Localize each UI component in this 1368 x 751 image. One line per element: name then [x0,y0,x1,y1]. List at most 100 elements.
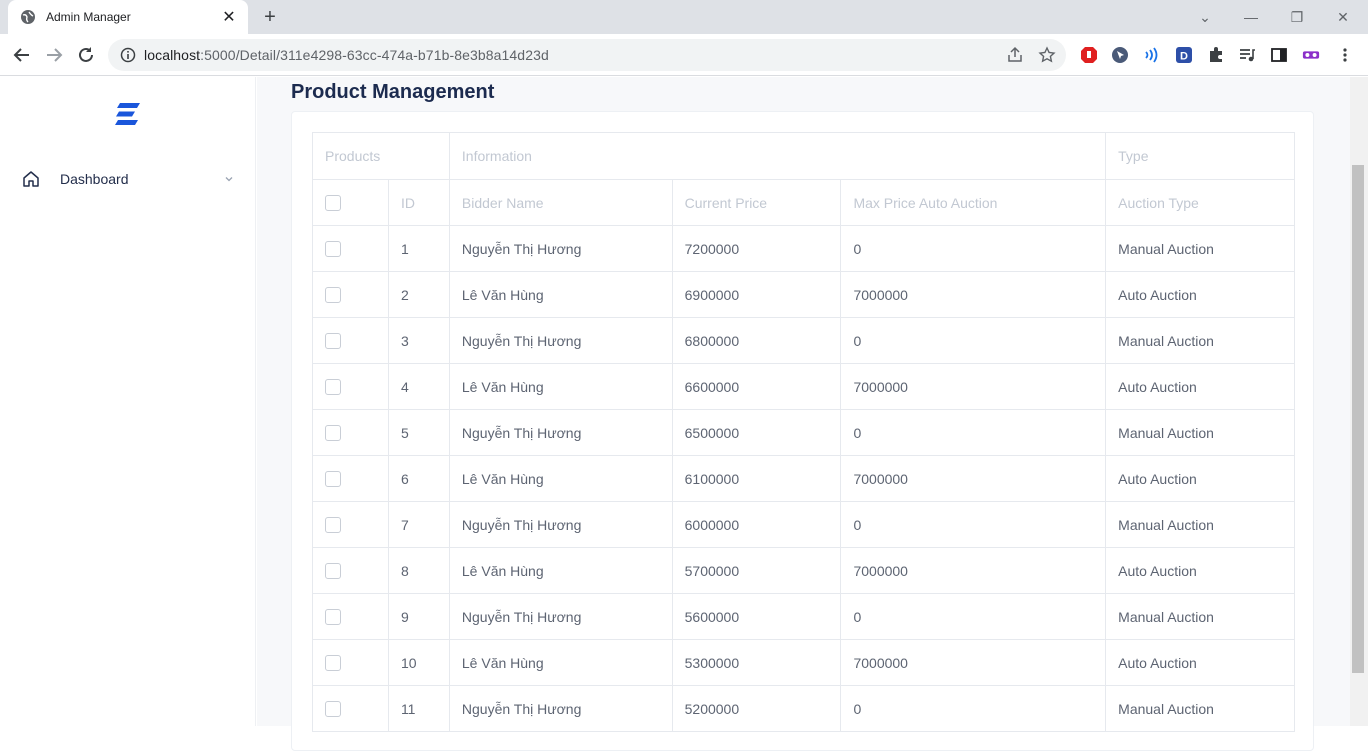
cell-id: 10 [387,639,450,686]
cell-id: 1 [387,225,450,272]
cursor-extension-icon[interactable] [1111,46,1129,64]
cell-bidder-name: Lê Văn Hùng [448,639,673,686]
minimize-icon[interactable]: — [1228,0,1274,34]
row-select-cell [312,593,389,640]
tab-search-icon[interactable]: ⌄ [1182,0,1228,34]
bookmark-star-icon[interactable] [1038,46,1056,64]
cell-current-price: 7200000 [671,225,842,272]
cell-current-price: 6800000 [671,317,842,364]
cell-bidder-name: Lê Văn Hùng [448,271,673,318]
cell-max-price: 7000000 [840,639,1107,686]
cell-bidder-name: Nguyễn Thị Hương [448,317,673,364]
sidebar: Dashboard [0,77,256,726]
row-select-cell [312,501,389,548]
table-card: Products Information Type ID Bidder Name… [291,111,1314,751]
cell-bidder-name: Lê Văn Hùng [448,363,673,410]
cell-current-price: 5700000 [671,547,842,594]
media-queue-icon[interactable] [1238,46,1256,64]
svg-text:D: D [1180,51,1188,63]
table-row: 6 Lê Văn Hùng 6100000 7000000 Auto Auction [312,455,1295,502]
cell-auction-type: Manual Auction [1105,593,1295,640]
cell-id: 9 [387,593,450,640]
d-extension-icon[interactable]: D [1175,46,1193,64]
chevron-down-icon[interactable] [224,174,234,184]
cell-max-price: 0 [840,593,1107,640]
cell-auction-type: Auto Auction [1105,363,1295,410]
forward-icon[interactable] [40,41,68,69]
row-checkbox[interactable] [325,609,341,626]
browser-tab-bar: Admin Manager ✕ + ⌄ — ❐ ✕ [0,0,1368,34]
group-header-type: Type [1105,132,1295,180]
table-row: 10 Lê Văn Hùng 5300000 7000000 Auto Auction [312,639,1295,686]
column-header-auction-type: Auction Type [1105,179,1295,226]
close-tab-icon[interactable]: ✕ [220,7,238,27]
column-header-bidder-name: Bidder Name [448,179,673,226]
row-checkbox[interactable] [325,517,341,534]
chrome-menu-icon[interactable] [1336,46,1354,64]
new-tab-button[interactable]: + [258,5,282,29]
address-bar[interactable]: localhost:5000/Detail/311e4298-63cc-474a… [108,39,1066,71]
cell-id: 2 [387,271,450,318]
cell-max-price: 0 [840,409,1107,456]
site-info-icon[interactable] [120,47,136,63]
row-checkbox[interactable] [325,333,341,350]
table-group-header-row: Products Information Type [312,132,1295,180]
page-title: Product Management [291,81,495,103]
group-header-information: Information [448,132,1107,180]
row-select-cell [312,363,389,410]
row-select-cell [312,639,389,686]
app-logo-icon[interactable] [114,101,142,127]
reload-icon[interactable] [72,41,100,69]
table-row: 7 Nguyễn Thị Hương 6000000 0 Manual Auction [312,501,1295,548]
cell-id: 11 [387,685,450,732]
sidebar-item-dashboard[interactable]: Dashboard [22,167,234,191]
select-all-checkbox[interactable] [325,195,341,212]
wave-extension-icon[interactable] [1143,46,1161,64]
table-row: 8 Lê Văn Hùng 5700000 7000000 Auto Auction [312,547,1295,594]
cell-max-price: 7000000 [840,455,1107,502]
row-checkbox[interactable] [325,701,341,718]
cell-current-price: 6600000 [671,363,842,410]
cell-id: 7 [387,501,450,548]
share-icon[interactable] [1006,46,1024,64]
row-select-cell [312,547,389,594]
cell-current-price: 6000000 [671,501,842,548]
cell-auction-type: Manual Auction [1105,225,1295,272]
row-checkbox[interactable] [325,241,341,258]
cell-auction-type: Auto Auction [1105,455,1295,502]
restore-icon[interactable]: ❐ [1274,0,1320,34]
cell-auction-type: Manual Auction [1105,317,1295,364]
row-checkbox[interactable] [325,563,341,580]
extensions-puzzle-icon[interactable] [1207,46,1225,64]
cell-max-price: 0 [840,317,1107,364]
table-header-row: ID Bidder Name Current Price Max Price A… [312,179,1295,226]
row-select-cell [312,409,389,456]
back-icon[interactable] [8,41,36,69]
cell-auction-type: Auto Auction [1105,547,1295,594]
table-row: 1 Nguyễn Thị Hương 7200000 0 Manual Auction [312,225,1295,272]
page-scrollbar[interactable] [1350,77,1368,726]
cell-max-price: 0 [840,685,1107,732]
row-checkbox[interactable] [325,287,341,304]
cell-id: 5 [387,409,450,456]
column-header-current-price: Current Price [671,179,842,226]
adblock-extension-icon[interactable] [1080,46,1098,64]
row-checkbox[interactable] [325,471,341,488]
cell-max-price: 0 [840,501,1107,548]
cell-current-price: 5300000 [671,639,842,686]
browser-tab[interactable]: Admin Manager ✕ [8,0,248,34]
row-select-cell [312,455,389,502]
cell-auction-type: Auto Auction [1105,639,1295,686]
window-close-icon[interactable]: ✕ [1320,0,1366,34]
column-header-max-price: Max Price Auto Auction [840,179,1107,226]
scrollbar-thumb[interactable] [1352,165,1364,673]
row-checkbox[interactable] [325,425,341,442]
profile-avatar-icon[interactable] [1302,46,1320,64]
cell-bidder-name: Lê Văn Hùng [448,547,673,594]
side-panel-icon[interactable] [1270,46,1288,64]
cell-auction-type: Manual Auction [1105,685,1295,732]
row-checkbox[interactable] [325,379,341,396]
cell-id: 3 [387,317,450,364]
bids-table: Products Information Type ID Bidder Name… [312,132,1295,732]
row-checkbox[interactable] [325,655,341,672]
